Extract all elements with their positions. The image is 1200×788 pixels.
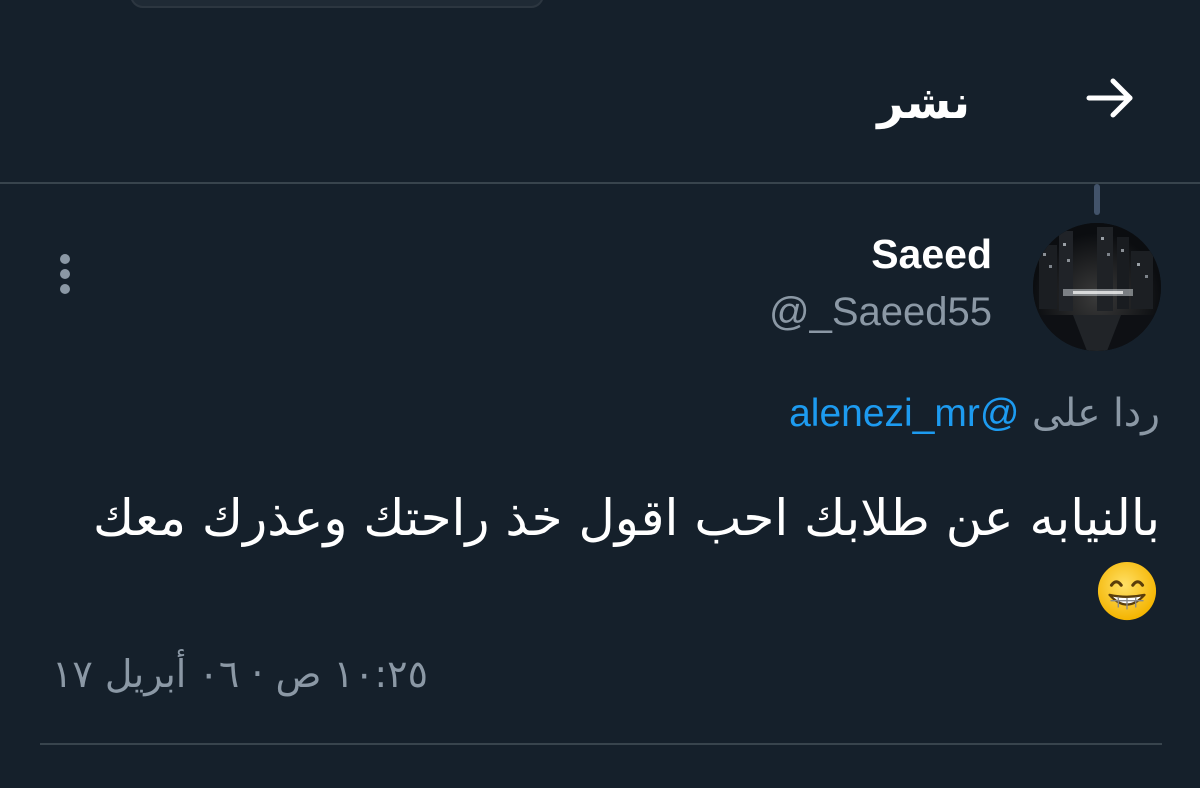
reply-mention-link[interactable]: @alenezi_mr xyxy=(789,392,1019,435)
avatar-image xyxy=(1033,223,1161,351)
tweet-timestamp: ١٠:٢٥ ص · ٠٦ أبريل ١٧ xyxy=(52,652,428,696)
page-title: نشر xyxy=(877,75,970,129)
avatar[interactable] xyxy=(1033,223,1161,351)
back-button[interactable] xyxy=(1078,66,1142,130)
more-options-button[interactable] xyxy=(48,248,82,300)
tweet-text: بالنيابه عن طلابك احب اقول خذ راحتك وعذر… xyxy=(92,489,1160,547)
header: نشر xyxy=(0,0,1200,183)
header-divider xyxy=(0,182,1200,184)
more-dot-icon xyxy=(60,269,70,279)
more-dot-icon xyxy=(60,254,70,264)
grinning-face-with-smiling-eyes-icon xyxy=(1097,561,1157,621)
arrow-right-icon xyxy=(1086,78,1133,118)
more-dot-icon xyxy=(60,284,70,294)
reply-context: ردا على @alenezi_mr xyxy=(789,388,1160,440)
display-name[interactable]: Saeed xyxy=(871,228,992,280)
thread-connector xyxy=(1094,184,1100,215)
user-handle[interactable]: @_Saeed55 xyxy=(769,286,992,338)
reply-prefix: ردا على xyxy=(1019,391,1160,436)
bottom-divider xyxy=(40,743,1162,745)
